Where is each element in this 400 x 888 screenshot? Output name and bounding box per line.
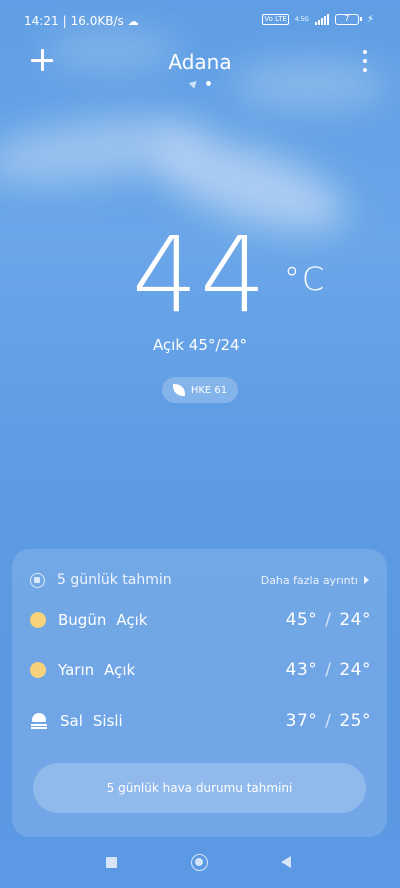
aqi-label: HKE 61 [190, 384, 228, 396]
current-condition: Açık 45°/24° [152, 336, 248, 354]
aqi-badge[interactable]: HKE 61 [162, 377, 238, 403]
forecast-day-left: Yarın Açık [30, 661, 135, 679]
forecast-header: 5 günlük tahmin Daha fazla ayrıntı [30, 570, 369, 590]
status-separator: | [62, 14, 67, 28]
cloud-icon: ☁ [127, 14, 139, 28]
forecast-day-condition: Açık [116, 611, 148, 629]
more-details-link[interactable]: Daha fazla ayrıntı [261, 574, 369, 587]
battery-level: 7 [344, 14, 350, 23]
bolt-icon: ⚡ [366, 14, 374, 25]
forecast-temps: 45° / 24° [286, 610, 371, 630]
network-type: 4.5G [294, 16, 309, 23]
five-day-forecast-button[interactable]: 5 günlük hava durumu tahmini [33, 763, 366, 813]
forecast-day-condition: Açık [104, 661, 136, 679]
current-temperature-block: 44 °C [0, 220, 400, 330]
forecast-high: 45° [285, 610, 318, 630]
city-name: Adana [168, 50, 232, 74]
recents-icon[interactable] [106, 857, 117, 868]
forecast-title-group: 5 günlük tahmin [30, 572, 172, 588]
battery-icon: 7 [334, 14, 362, 25]
forecast-low: 25° [339, 711, 371, 731]
leaf-icon [172, 384, 185, 396]
more-details-label: Daha fazla ayrıntı [260, 573, 358, 587]
forecast-day-left: Sal Sisli [30, 712, 123, 730]
current-temperature: 44 °C [132, 220, 324, 330]
forecast-day-condition: Sisli [92, 712, 123, 730]
chevron-right-icon [364, 576, 369, 584]
home-icon[interactable] [191, 854, 208, 871]
status-time: 14:21 [24, 14, 59, 28]
forecast-row[interactable]: Sal Sisli 37° / 25° [30, 708, 371, 734]
back-icon[interactable] [281, 856, 291, 868]
signal-icon [314, 14, 329, 25]
forecast-day-label: Sal [60, 712, 83, 730]
top-bar: Adana [0, 44, 400, 84]
forecast-card: 5 günlük tahmin Daha fazla ayrıntı Bugün… [12, 549, 387, 837]
location-arrow-icon [188, 78, 199, 89]
status-left: 14:21 | 16.0KB/s ☁ [24, 14, 139, 28]
more-vertical-icon[interactable] [360, 50, 370, 72]
sun-icon [30, 612, 46, 628]
temp-separator: / [319, 660, 338, 680]
system-nav-bar [0, 848, 400, 878]
forecast-row[interactable]: Yarın Açık 43° / 24° [30, 657, 371, 683]
forecast-temps: 43° / 24° [286, 660, 371, 680]
sun-icon [30, 662, 46, 678]
forecast-day-left: Bugün Açık [30, 611, 147, 629]
status-right: Vo LTE 4.5G 7 ⚡ [262, 14, 374, 25]
forecast-temps: 37° / 25° [286, 711, 371, 731]
status-bar: 14:21 | 16.0KB/s ☁ Vo LTE 4.5G 7 ⚡ [0, 0, 400, 40]
temperature-value: 44 [131, 214, 269, 336]
forecast-high: 37° [285, 711, 318, 731]
forecast-row[interactable]: Bugün Açık 45° / 24° [30, 607, 371, 633]
temp-separator: / [319, 711, 338, 731]
calendar-icon [30, 572, 45, 588]
forecast-day-label: Bugün [58, 611, 107, 629]
forecast-low: 24° [339, 660, 371, 680]
forecast-title: 5 günlük tahmin [57, 572, 172, 588]
volte-badge: Vo LTE [262, 14, 289, 25]
forecast-high: 43° [285, 660, 318, 680]
fog-icon [30, 713, 48, 729]
temperature-unit: °C [283, 260, 327, 298]
forecast-day-label: Yarın [58, 661, 95, 679]
temp-separator: / [319, 610, 338, 630]
page-indicator [0, 78, 400, 89]
page-dot-active [205, 81, 211, 86]
network-speed: 16.0KB/s [70, 14, 124, 28]
forecast-low: 24° [339, 610, 371, 630]
